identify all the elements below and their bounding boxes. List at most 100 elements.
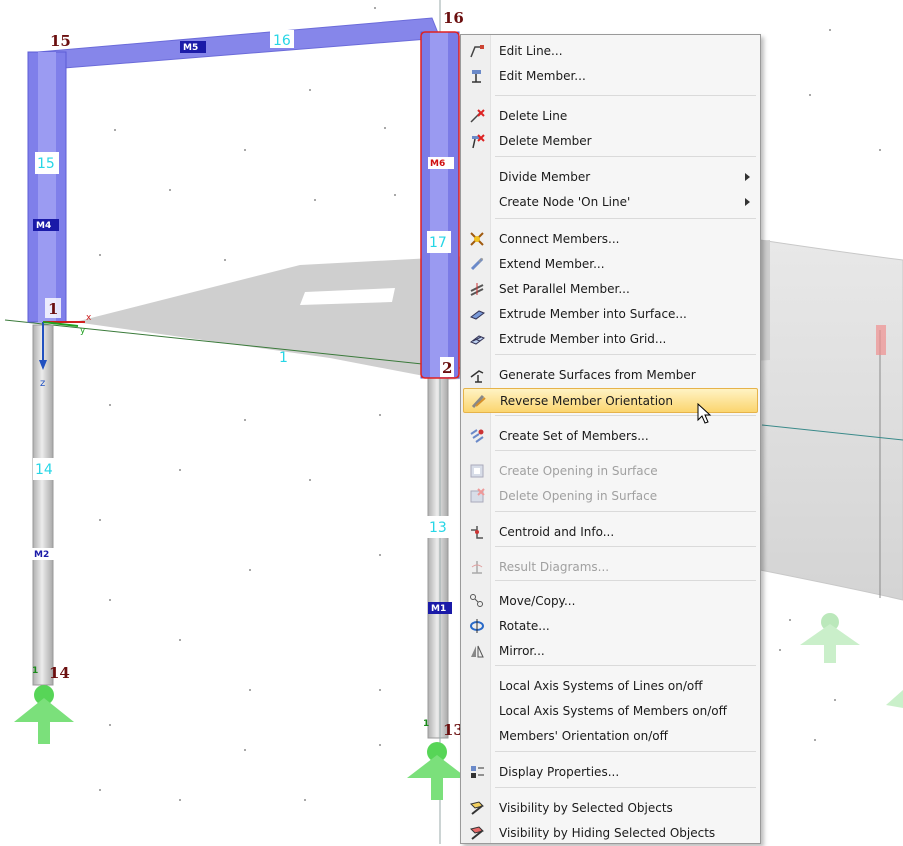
line-label-17: 17	[427, 231, 451, 253]
menu-item-extend-member[interactable]: Extend Member...	[463, 252, 758, 277]
menu-item-delete-member[interactable]: Delete Member	[463, 129, 758, 154]
menu-item-create-node-on-line[interactable]: Create Node 'On Line'	[463, 190, 758, 215]
menu-item-edit-line[interactable]: Edit Line...	[463, 39, 758, 64]
menu-item-divide-member[interactable]: Divide Member	[463, 165, 758, 190]
menu-item-display-properties[interactable]: Display Properties...	[463, 760, 758, 785]
mirror-icon	[471, 645, 484, 658]
line-label-13: 13	[427, 516, 451, 538]
extrude-surface-icon	[469, 310, 485, 320]
support-node-13	[407, 742, 467, 800]
menu-item-edit-member[interactable]: Edit Member...	[463, 64, 758, 89]
menu-item-generate-surfaces-from-member[interactable]: Generate Surfaces from Member	[463, 363, 758, 388]
svg-text:16: 16	[273, 33, 291, 49]
reverse-orientation-icon	[471, 394, 486, 409]
menu-item-move-copy[interactable]: Move/Copy...	[463, 589, 758, 614]
menu-item-label: Local Axis Systems of Members on/off	[499, 704, 727, 718]
svg-text:14: 14	[35, 462, 53, 478]
member-label-m5: M5	[180, 41, 206, 53]
axis-y-label: y	[80, 326, 86, 336]
menu-item-label: Set Parallel Member...	[499, 282, 630, 296]
menu-item-create-opening-in-surface[interactable]: Create Opening in Surface	[463, 459, 758, 484]
menu-item-label: Create Opening in Surface	[499, 464, 658, 478]
menu-separator	[495, 787, 756, 788]
set-of-members-icon	[470, 429, 484, 443]
svg-text:1: 1	[279, 350, 288, 366]
member-label-m6: M6	[428, 157, 454, 169]
svg-text:15: 15	[37, 156, 55, 172]
menu-item-label: Visibility by Selected Objects	[499, 801, 673, 815]
submenu-arrow-icon	[745, 198, 750, 206]
menu-item-rotate[interactable]: Rotate...	[463, 614, 758, 639]
extrude-grid-icon	[469, 335, 485, 345]
menu-item-create-set-of-members[interactable]: Create Set of Members...	[463, 424, 758, 449]
menu-separator	[495, 450, 756, 451]
menu-item-label: Move/Copy...	[499, 594, 576, 608]
menu-item-label: Members' Orientation on/off	[499, 729, 668, 743]
curved-wall-surface	[759, 239, 903, 601]
connect-members-icon	[470, 232, 484, 246]
node-label-15: 15	[50, 32, 71, 50]
move-copy-icon	[470, 594, 483, 607]
menu-separator	[495, 751, 756, 752]
display-properties-icon	[471, 766, 484, 778]
context-menu: Edit Line... Edit Member... Delete Line Del…	[460, 34, 761, 844]
create-opening-icon	[470, 464, 484, 478]
support-tag-13: 1	[423, 719, 429, 729]
axis-z-label: z	[40, 378, 45, 389]
menu-item-delete-line[interactable]: Delete Line	[463, 104, 758, 129]
menu-item-visibility-by-selected-objects[interactable]: Visibility by Selected Objects	[463, 796, 758, 821]
menu-item-set-parallel-member[interactable]: Set Parallel Member...	[463, 277, 758, 302]
menu-item-local-axis-systems-of-lines-on-off[interactable]: Local Axis Systems of Lines on/off	[463, 674, 758, 699]
menu-separator	[495, 580, 756, 581]
menu-separator	[495, 156, 756, 157]
mouse-cursor-icon	[697, 403, 712, 424]
svg-text:M5: M5	[183, 43, 198, 53]
menu-item-label: Mirror...	[499, 644, 545, 658]
menu-item-mirror[interactable]: Mirror...	[463, 639, 758, 664]
menu-separator	[495, 415, 756, 416]
menu-item-members-orientation-on-off[interactable]: Members' Orientation on/off	[463, 724, 758, 749]
menu-item-label: Generate Surfaces from Member	[499, 368, 696, 382]
wall-highlight	[876, 325, 886, 355]
menu-separator	[495, 218, 756, 219]
support-node-14	[14, 685, 74, 744]
result-diagrams-icon	[471, 561, 483, 574]
axis-x-label: x	[86, 313, 92, 323]
menu-item-connect-members[interactable]: Connect Members...	[463, 227, 758, 252]
menu-item-label: Visibility by Hiding Selected Objects	[499, 826, 716, 840]
node-label-14: 14	[49, 664, 70, 682]
visibility-hiding-icon	[470, 826, 484, 840]
model-viewport[interactable]: x y z M5 M6 M4 M2 M1 16 15 17 1 14 13 15…	[0, 0, 903, 844]
menu-item-label: Edit Member...	[499, 69, 586, 83]
menu-item-label: Rotate...	[499, 619, 550, 633]
menu-separator	[495, 511, 756, 512]
menu-item-delete-opening-in-surface[interactable]: Delete Opening in Surface	[463, 484, 758, 509]
delete-member-icon	[472, 134, 485, 149]
rotate-icon	[470, 619, 484, 633]
menu-item-visibility-by-hiding-selected-objects[interactable]: Visibility by Hiding Selected Objects	[463, 821, 758, 846]
menu-item-centroid-and-info[interactable]: Centroid and Info...	[463, 520, 758, 545]
menu-item-reverse-member-orientation[interactable]: Reverse Member Orientation	[463, 388, 758, 413]
menu-item-local-axis-systems-of-members-on-off[interactable]: Local Axis Systems of Members on/off	[463, 699, 758, 724]
generate-surfaces-icon	[470, 370, 484, 383]
menu-item-result-diagrams[interactable]: Result Diagrams...	[463, 555, 758, 580]
menu-item-label: Create Set of Members...	[499, 429, 649, 443]
menu-item-label: Local Axis Systems of Lines on/off	[499, 679, 703, 693]
menu-item-label: Delete Member	[499, 134, 592, 148]
svg-text:M1: M1	[431, 604, 446, 614]
node-label-2: 2	[440, 357, 454, 377]
menu-item-extrude-member-into-grid[interactable]: Extrude Member into Grid...	[463, 327, 758, 352]
centroid-info-icon	[471, 526, 483, 539]
menu-separator	[495, 665, 756, 666]
menu-separator	[495, 546, 756, 547]
edit-line-icon	[470, 45, 484, 58]
extend-member-icon	[470, 257, 484, 271]
svg-text:M6: M6	[430, 159, 445, 169]
member-m5[interactable]	[36, 17, 441, 69]
menu-item-label: Connect Members...	[499, 232, 620, 246]
menu-item-label: Divide Member	[499, 170, 591, 184]
menu-item-extrude-member-into-surface[interactable]: Extrude Member into Surface...	[463, 302, 758, 327]
svg-text:13: 13	[429, 520, 447, 536]
member-label-m1: M1	[428, 602, 452, 614]
menu-item-label: Reverse Member Orientation	[500, 394, 673, 408]
